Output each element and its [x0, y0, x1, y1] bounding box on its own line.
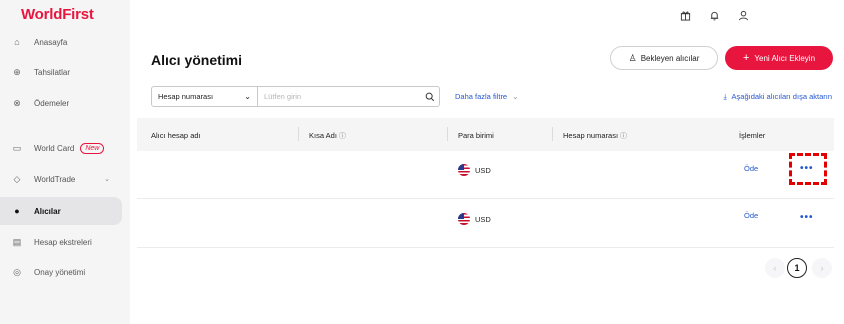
- pending-recipients-button[interactable]: ♙ Bekleyen alıcılar: [610, 46, 718, 70]
- more-filter-label: Daha fazla filtre: [455, 92, 508, 101]
- column-header-account-name: Alıcı hesap adı: [151, 131, 201, 140]
- us-flag-icon: [458, 164, 470, 176]
- plus-icon: +: [742, 52, 750, 64]
- column-header-account-number: Hesap numarası ⓘ: [563, 131, 627, 141]
- sidebar-item-alicilar[interactable]: ● Alıcılar: [0, 197, 122, 225]
- chevron-down-icon[interactable]: ⌄: [104, 175, 110, 183]
- approval-icon: ◎: [13, 266, 21, 277]
- search-icon[interactable]: [421, 87, 439, 106]
- more-options-icon[interactable]: •••: [800, 212, 814, 223]
- column-header-short-name: Kısa Adı ⓘ: [309, 131, 346, 141]
- user-icon[interactable]: [733, 5, 753, 25]
- sidebar-item-tahsilatlar[interactable]: ⊕ Tahsilatlar: [0, 58, 122, 86]
- sidebar-item-label: Ödemeler: [34, 98, 70, 108]
- pay-link[interactable]: Öde: [744, 164, 758, 173]
- users-icon: ♙: [628, 52, 637, 63]
- search-bar: Hesap numarası ⌄: [151, 86, 440, 107]
- home-icon: ⌂: [14, 37, 20, 47]
- sidebar-item-worldtrade[interactable]: ◇ WorldTrade ⌄: [0, 165, 122, 193]
- sidebar-item-label: WorldTrade: [34, 174, 76, 184]
- worldfirst-logo[interactable]: WorldFirst: [21, 6, 94, 23]
- sidebar-item-label: Anasayfa: [34, 37, 68, 47]
- chevron-down-icon: ⌄: [512, 92, 519, 101]
- payments-icon: ⊗: [13, 97, 21, 108]
- info-icon[interactable]: ⓘ: [620, 133, 627, 140]
- add-recipient-button[interactable]: + Yeni Alıcı Ekleyin: [725, 46, 833, 70]
- sidebar-item-hesap-ekstreleri[interactable]: ▤ Hesap ekstreleri: [0, 228, 122, 256]
- column-header-label: Hesap numarası: [563, 131, 619, 140]
- search-input[interactable]: [258, 87, 421, 106]
- currency-code: USD: [475, 214, 491, 224]
- sidebar-item-label: Tahsilatlar: [34, 67, 71, 77]
- prev-page-button[interactable]: ‹: [765, 258, 785, 278]
- download-icon: ⤓: [723, 92, 727, 101]
- chevron-down-icon: ⌄: [244, 92, 251, 101]
- pending-recipients-label: Bekleyen alıcılar: [640, 53, 700, 63]
- column-header-actions: İşlemler: [739, 131, 766, 140]
- new-badge: New: [80, 142, 105, 154]
- export-label: Aşağıdaki alıcıları dışa aktarın: [731, 92, 832, 101]
- export-link[interactable]: ⤓ Aşağıdaki alıcıları dışa aktarın: [724, 92, 832, 102]
- row-divider: [137, 198, 834, 199]
- currency-cell: USD: [458, 213, 491, 225]
- statement-icon: ▤: [12, 236, 22, 247]
- more-filter-link[interactable]: Daha fazla filtre ⌄: [455, 92, 519, 101]
- column-divider: [447, 127, 448, 141]
- sidebar-item-odemeler[interactable]: ⊗ Ödemeler: [0, 89, 122, 117]
- search-field-select[interactable]: Hesap numarası ⌄: [152, 87, 258, 106]
- sidebar-item-label: World Card: [34, 143, 75, 153]
- column-divider: [298, 127, 299, 141]
- page-title: Alıcı yönetimi: [151, 52, 243, 68]
- info-icon[interactable]: ⓘ: [339, 133, 346, 140]
- search-field-value: Hesap numarası: [158, 92, 214, 101]
- row-divider: [137, 247, 834, 248]
- sidebar: WorldFirst ⌂ Anasayfa ⊕ Tahsilatlar ⊗ Öd…: [0, 0, 130, 324]
- currency-cell: USD: [458, 164, 491, 176]
- column-divider: [552, 127, 553, 141]
- gift-icon[interactable]: [675, 5, 695, 25]
- sidebar-item-label: Onay yönetimi: [34, 267, 86, 277]
- sidebar-item-anasayfa[interactable]: ⌂ Anasayfa: [0, 28, 122, 56]
- sidebar-item-onay-yonetimi[interactable]: ◎ Onay yönetimi: [0, 258, 122, 286]
- column-header-currency: Para birimi: [458, 131, 494, 140]
- bell-icon[interactable]: [704, 5, 724, 25]
- person-icon: ●: [14, 206, 20, 216]
- card-icon: ▭: [12, 142, 22, 153]
- next-page-button[interactable]: ›: [812, 258, 832, 278]
- highlight-box: [789, 153, 827, 185]
- column-header-label: Kısa Adı: [309, 131, 337, 140]
- sidebar-item-world-card[interactable]: ▭ World Card New: [0, 134, 122, 162]
- currency-code: USD: [475, 165, 491, 175]
- us-flag-icon: [458, 213, 470, 225]
- sidebar-item-label: Hesap ekstreleri: [34, 237, 92, 247]
- pay-link[interactable]: Öde: [744, 211, 758, 220]
- add-recipient-label: Yeni Alıcı Ekleyin: [754, 53, 816, 63]
- page-number-button[interactable]: 1: [787, 258, 807, 278]
- shield-icon: ◇: [13, 173, 21, 184]
- collect-icon: ⊕: [13, 66, 21, 77]
- sidebar-item-label: Alıcılar: [34, 206, 61, 216]
